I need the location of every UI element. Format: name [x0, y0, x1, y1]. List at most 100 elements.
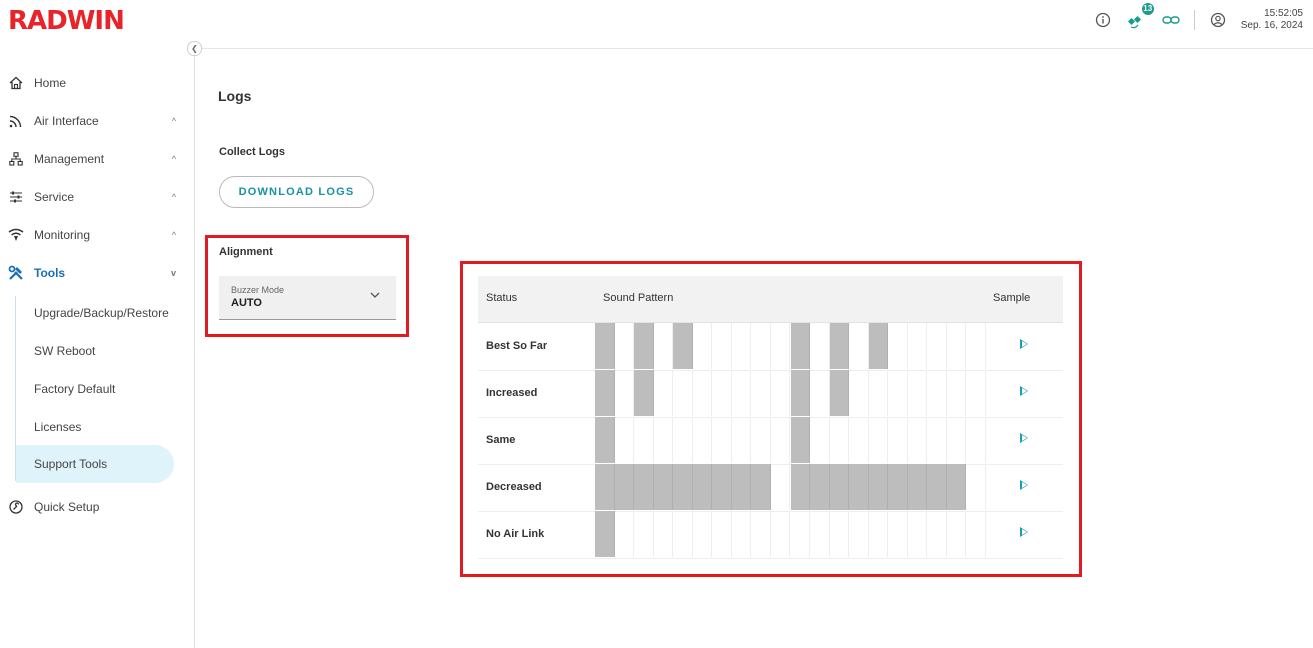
pattern-cell-on: [790, 323, 811, 369]
table-header: Status Sound Pattern Sample: [478, 276, 1063, 323]
download-logs-button[interactable]: DOWNLOAD LOGS: [219, 176, 374, 208]
sidebar-item-label: Service: [34, 190, 75, 204]
table-row: Decreased: [478, 464, 1063, 512]
pattern-cell-off: [771, 511, 791, 557]
quick-setup-icon: [8, 499, 24, 515]
pattern-cell-off: [712, 370, 732, 416]
pattern-cell-on: [595, 511, 615, 557]
sound-pattern: [595, 464, 986, 511]
pattern-cell-on: [946, 464, 967, 510]
collapse-sidebar-button[interactable]: ❮: [187, 41, 202, 56]
pattern-cell-off: [888, 511, 908, 557]
pattern-cell-on: [751, 464, 771, 510]
play-sample-icon[interactable]: [1020, 480, 1028, 490]
sound-pattern: [595, 417, 986, 464]
row-status: Decreased: [486, 481, 542, 493]
signal-icon: [8, 227, 24, 243]
wifi-icon: [8, 113, 24, 129]
radwin-logo: RADWIN: [8, 6, 125, 36]
pattern-cell-on: [614, 464, 635, 510]
pattern-cell-off: [810, 417, 830, 463]
pattern-cell-off: [869, 511, 889, 557]
sidebar-item-quick-setup[interactable]: Quick Setup: [0, 492, 194, 522]
sidebar-item-service[interactable]: Service ^: [0, 182, 194, 212]
buzzer-mode-select[interactable]: Buzzer Mode AUTO: [219, 276, 396, 320]
satellite-icon[interactable]: 13: [1126, 3, 1154, 31]
pattern-cell-off: [615, 323, 635, 369]
pattern-cell-off: [869, 370, 889, 416]
pattern-cell-off: [888, 417, 908, 463]
sidebar-subitem-upgrade-backup-restore[interactable]: Upgrade/Backup/Restore: [16, 294, 174, 332]
sidebar-item-label: Tools: [34, 266, 66, 280]
row-status: Best So Far: [486, 340, 548, 352]
sidebar-item-monitoring[interactable]: Monitoring ^: [0, 220, 194, 250]
pattern-cell-on: [790, 464, 811, 510]
pattern-cell-off: [791, 511, 811, 557]
sidebar-item-management[interactable]: Management ^: [0, 144, 194, 174]
pattern-cell-off: [888, 323, 908, 369]
link-icon[interactable]: [1160, 9, 1182, 31]
sidebar-subitem-support-tools[interactable]: Support Tools: [16, 445, 174, 483]
chevron-down-icon: [370, 290, 380, 301]
time-label: 15:52:05: [1264, 8, 1303, 19]
pattern-cell-off: [849, 370, 869, 416]
pattern-cell-off: [927, 417, 947, 463]
alignment-label: Alignment: [219, 246, 273, 258]
pattern-cell-on: [731, 464, 752, 510]
buzzer-mode-label: Buzzer Mode: [231, 285, 285, 295]
pattern-cell-off: [771, 323, 791, 369]
pattern-cell-off: [751, 417, 771, 463]
pattern-cell-on: [712, 464, 732, 510]
pattern-cell-on: [634, 323, 654, 369]
sidebar-item-label: Home: [34, 76, 67, 90]
play-sample-icon[interactable]: [1020, 527, 1028, 537]
pattern-cell-on: [868, 323, 889, 369]
pattern-cell-off: [693, 323, 713, 369]
pattern-cell-off: [908, 511, 928, 557]
sidebar-item-label: Management: [34, 152, 105, 166]
table-row: Increased: [478, 370, 1063, 418]
sidebar-item-home[interactable]: Home: [0, 68, 194, 98]
pattern-cell-off: [966, 323, 986, 369]
user-icon[interactable]: [1207, 9, 1229, 31]
pattern-cell-off: [693, 417, 713, 463]
pattern-cell-on: [790, 417, 811, 463]
pattern-cell-on: [810, 464, 830, 510]
pattern-cell-off: [908, 417, 928, 463]
play-sample-icon[interactable]: [1020, 386, 1028, 396]
pattern-cell-on: [673, 323, 693, 369]
chevron-up-icon: ^: [171, 116, 176, 126]
date-label: Sep. 16, 2024: [1240, 20, 1303, 31]
pattern-cell-off: [830, 511, 850, 557]
sidebar-subitem-factory-default[interactable]: Factory Default: [16, 370, 174, 408]
pattern-cell-off: [908, 323, 928, 369]
pattern-cell-off: [947, 417, 967, 463]
pattern-cell-off: [771, 464, 791, 510]
pattern-cell-on: [634, 464, 654, 510]
pattern-cell-off: [673, 370, 693, 416]
sidebar-subitem-sw-reboot[interactable]: SW Reboot: [16, 332, 174, 370]
table-row: No Air Link: [478, 511, 1063, 559]
sidebar-item-tools[interactable]: Tools v: [0, 258, 194, 288]
pattern-cell-off: [927, 323, 947, 369]
column-header-status: Status: [486, 292, 518, 304]
tools-icon: [8, 265, 24, 281]
pattern-cell-off: [712, 511, 732, 557]
info-icon[interactable]: [1092, 9, 1114, 31]
pattern-cell-off: [693, 370, 713, 416]
row-status: Increased: [486, 387, 538, 399]
sidebar-subitem-licenses[interactable]: Licenses: [16, 408, 174, 446]
sidebar-item-air-interface[interactable]: Air Interface ^: [0, 106, 194, 136]
pattern-cell-off: [966, 370, 986, 416]
pattern-cell-off: [966, 511, 986, 557]
play-sample-icon[interactable]: [1020, 433, 1028, 443]
chevron-up-icon: ^: [171, 192, 176, 202]
pattern-cell-off: [751, 370, 771, 416]
row-status: No Air Link: [486, 528, 545, 540]
pattern-cell-off: [615, 370, 635, 416]
play-sample-icon[interactable]: [1020, 339, 1028, 349]
pattern-cell-off: [615, 511, 635, 557]
pattern-cell-off: [927, 370, 947, 416]
pattern-cell-off: [732, 511, 752, 557]
pattern-cell-off: [947, 370, 967, 416]
